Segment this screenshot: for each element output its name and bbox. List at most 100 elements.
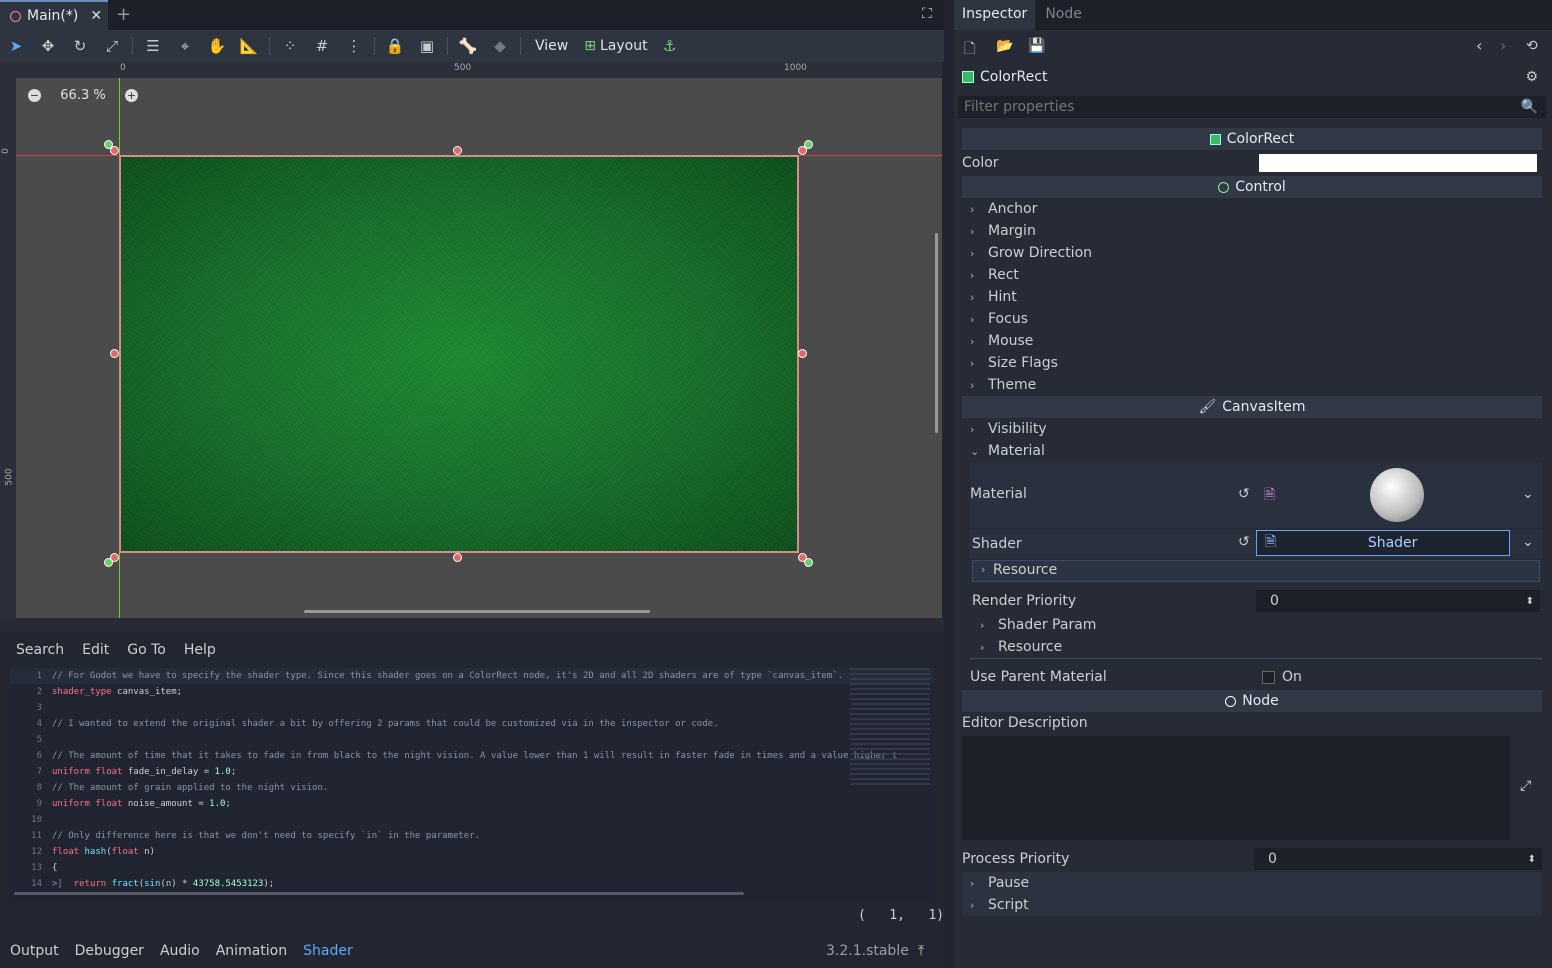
- chevron-right-icon: ›: [970, 356, 975, 370]
- select-tool-icon[interactable]: ➤: [0, 30, 32, 62]
- code-hscrollbar[interactable]: [14, 892, 744, 895]
- render-priority-spinbox[interactable]: 0 ⬍: [1256, 590, 1540, 612]
- save-resource-icon[interactable]: 💾: [1028, 38, 1045, 54]
- category-hint[interactable]: › Hint: [962, 286, 1542, 308]
- close-tab-icon[interactable]: ✕: [90, 8, 102, 24]
- category-theme[interactable]: › Theme: [962, 374, 1542, 396]
- color-swatch[interactable]: [1259, 154, 1537, 172]
- snap-options-icon[interactable]: ⋮: [338, 30, 370, 62]
- menu-goto[interactable]: Go To: [127, 642, 166, 658]
- tab-debugger[interactable]: Debugger: [75, 943, 144, 959]
- tab-node[interactable]: Node: [1035, 0, 1092, 30]
- zoom-in-icon[interactable]: +: [125, 89, 138, 102]
- code-line: 8 // The amount of grain applied to the n…: [10, 780, 934, 796]
- material-preview[interactable]: [1370, 468, 1424, 522]
- smart-snap-icon[interactable]: ⁘: [274, 30, 306, 62]
- resize-handle[interactable]: [798, 349, 807, 358]
- tab-animation[interactable]: Animation: [216, 943, 287, 959]
- list-select-icon[interactable]: ☰: [137, 30, 169, 62]
- spinner-icon[interactable]: ⬍: [1526, 596, 1534, 607]
- bones-icon[interactable]: 🦴: [452, 30, 484, 62]
- horizontal-ruler[interactable]: 0 500 1000: [16, 62, 942, 78]
- category-mouse[interactable]: › Mouse: [962, 330, 1542, 352]
- move-tool-icon[interactable]: ✥: [32, 30, 64, 62]
- history-back-icon[interactable]: ‹: [1476, 36, 1482, 55]
- filter-properties-input[interactable]: [964, 99, 1504, 115]
- category-shader-param[interactable]: › Shader Param: [972, 614, 1540, 636]
- menu-search[interactable]: Search: [16, 642, 64, 658]
- zoom-out-icon[interactable]: −: [28, 89, 41, 102]
- category-label: Theme: [988, 377, 1037, 393]
- tab-output[interactable]: Output: [10, 943, 59, 959]
- shader-code-editor[interactable]: 1 // For Godot we have to specify the sha…: [10, 668, 934, 902]
- material-property: Material ↺ 🗎 ⌄: [970, 462, 1542, 528]
- category-pause[interactable]: › Pause: [962, 872, 1542, 894]
- chevron-right-icon: ›: [970, 268, 975, 282]
- anchor-handle[interactable]: [104, 558, 113, 567]
- anchor-icon[interactable]: ⚓: [654, 30, 686, 62]
- expand-panel-icon[interactable]: ⤒: [918, 943, 924, 959]
- anchor-handle[interactable]: [104, 140, 113, 149]
- process-priority-spinbox[interactable]: 0 ⬍: [1254, 848, 1542, 870]
- revert-icon[interactable]: ↺: [1238, 486, 1250, 502]
- vertical-ruler[interactable]: 0 500: [0, 62, 16, 618]
- lock-icon[interactable]: 🔒: [379, 30, 411, 62]
- view-menu[interactable]: View: [525, 38, 578, 54]
- revert-icon[interactable]: ↺: [1238, 534, 1250, 550]
- category-focus[interactable]: › Focus: [962, 308, 1542, 330]
- group-icon[interactable]: ▣: [411, 30, 443, 62]
- pivot-tool-icon[interactable]: ⌖: [169, 30, 201, 62]
- material-dropdown-icon[interactable]: ⌄: [1522, 486, 1534, 502]
- layout-menu[interactable]: ⊞ Layout: [578, 38, 653, 54]
- resize-handle[interactable]: [110, 349, 119, 358]
- category-grow-direction[interactable]: › Grow Direction: [962, 242, 1542, 264]
- resize-handle[interactable]: [453, 146, 462, 155]
- object-history-icon[interactable]: ⟲: [1526, 38, 1538, 54]
- code-token: float: [95, 799, 123, 809]
- resize-handle[interactable]: [453, 553, 462, 562]
- use-parent-checkbox[interactable]: [1262, 670, 1275, 684]
- code-token: // I wanted to extend the original shade…: [52, 719, 719, 729]
- editor-description-textarea[interactable]: [962, 736, 1510, 840]
- shader-picker[interactable]: 🗎 Shader: [1256, 530, 1510, 556]
- category-size-flags[interactable]: › Size Flags: [962, 352, 1542, 374]
- tab-audio[interactable]: Audio: [160, 943, 200, 959]
- zoom-level[interactable]: 66.3 %: [53, 88, 113, 103]
- add-tab-icon[interactable]: +: [116, 4, 131, 25]
- category-resource[interactable]: Resource: [993, 562, 1057, 578]
- distraction-free-icon[interactable]: ⛶: [922, 6, 932, 22]
- tab-shader[interactable]: Shader: [303, 943, 353, 959]
- spinner-icon[interactable]: ⬍: [1528, 854, 1536, 865]
- menu-edit[interactable]: Edit: [82, 642, 109, 658]
- new-resource-icon[interactable]: 🗋: [964, 38, 975, 62]
- expand-icon[interactable]: ⤢: [1520, 778, 1531, 794]
- object-settings-icon[interactable]: ⚙: [1525, 69, 1538, 85]
- code-minimap[interactable]: [850, 668, 930, 788]
- tab-inspector[interactable]: Inspector: [954, 0, 1036, 30]
- scale-tool-icon[interactable]: ⤢: [96, 30, 128, 62]
- anchor-handle[interactable]: [804, 140, 813, 149]
- canvas-viewport[interactable]: − 66.3 % +: [16, 78, 942, 618]
- rotate-tool-icon[interactable]: ↻: [64, 30, 96, 62]
- menu-help[interactable]: Help: [184, 642, 216, 658]
- category-anchor[interactable]: › Anchor: [962, 198, 1542, 220]
- open-resource-icon[interactable]: 📂: [996, 38, 1013, 54]
- anchor-handle[interactable]: [804, 558, 813, 567]
- category-script[interactable]: › Script: [962, 894, 1542, 916]
- ruler-tool-icon[interactable]: 📐: [233, 30, 265, 62]
- camera-icon[interactable]: ◆: [484, 30, 516, 62]
- category-visibility[interactable]: › Visibility: [962, 418, 1542, 440]
- category-resource[interactable]: › Resource: [972, 636, 1540, 658]
- code-token: float: [52, 847, 80, 857]
- horizontal-scrollbar[interactable]: [304, 610, 650, 613]
- grid-snap-icon[interactable]: #: [306, 30, 338, 62]
- category-material[interactable]: ⌄ Material: [962, 440, 1542, 462]
- shader-dropdown-icon[interactable]: ⌄: [1522, 534, 1534, 550]
- category-rect[interactable]: › Rect: [962, 264, 1542, 286]
- vertical-scrollbar[interactable]: [935, 233, 938, 433]
- history-forward-icon[interactable]: ›: [1500, 36, 1506, 55]
- colorrect-preview[interactable]: [119, 155, 799, 553]
- category-margin[interactable]: › Margin: [962, 220, 1542, 242]
- scene-tab-main[interactable]: Main(*) ✕: [0, 0, 108, 30]
- pan-tool-icon[interactable]: ✋: [201, 30, 233, 62]
